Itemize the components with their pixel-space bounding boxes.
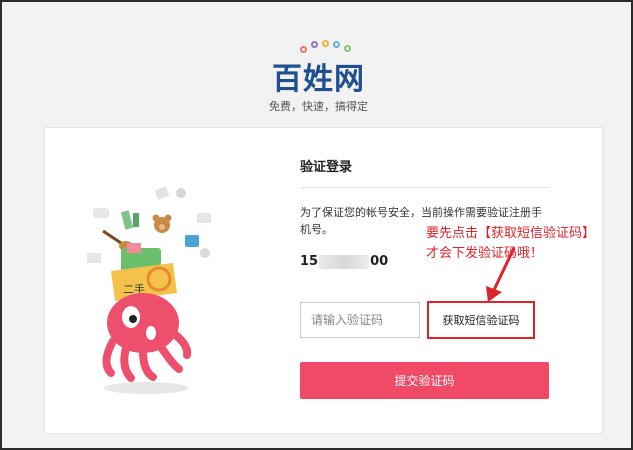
logo-dots-icon — [300, 40, 360, 54]
octopus-mascot-illustration: 二手 — [87, 186, 211, 394]
red-arrow-icon — [486, 247, 516, 302]
annotation-line-2: 才会下发验证码哦！ — [426, 246, 544, 261]
verification-code-input[interactable] — [300, 302, 420, 338]
annotation-line-1: 要先点击【获取短信验证码】 — [426, 226, 596, 241]
get-sms-code-button[interactable]: 获取短信验证码 — [427, 301, 535, 339]
phone-suffix: 00 — [370, 254, 389, 269]
submit-code-button[interactable]: 提交验证码 — [300, 362, 549, 399]
slogan: 免费，快速，搞得定 — [269, 100, 368, 113]
instruction-annotation: 要先点击【获取短信验证码】 才会下发验证码哦！ — [426, 224, 626, 264]
logo[interactable]: 百姓网 — [2, 54, 633, 98]
phone-mask — [319, 254, 370, 269]
form-title: 验证登录 — [300, 156, 550, 188]
brand-header: 百姓网 免费，快速，搞得定 — [2, 32, 633, 116]
window-frame: 百姓网 免费，快速，搞得定 二手 验证登录 为了保证您的帐号安全，当前操作需要验… — [0, 0, 633, 450]
code-row: 获取短信验证码 — [300, 301, 550, 339]
phone-prefix: 15 — [300, 254, 319, 269]
